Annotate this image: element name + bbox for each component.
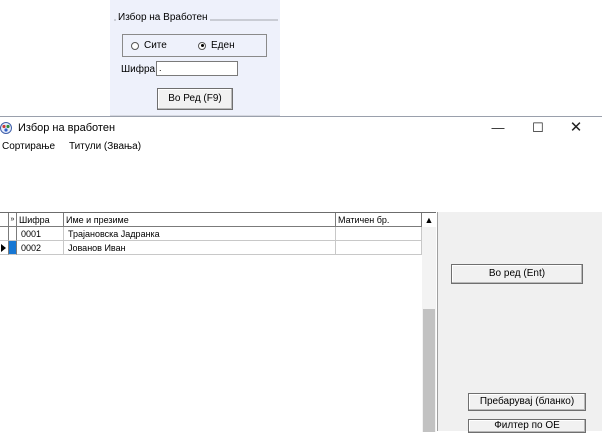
row-1-name[interactable]: Трајановска Јадранка xyxy=(64,227,336,241)
row-indicator-header xyxy=(0,213,9,227)
order-enter-button[interactable]: Во ред (Ent) xyxy=(451,264,583,284)
radio-one-label: Еден xyxy=(211,40,235,51)
employee-grid[interactable]: » Шифра Име и презиме Матичен бр. ▲ 0001… xyxy=(0,212,436,432)
radio-group: Сите Еден xyxy=(122,34,267,57)
window-title: Избор на вработен xyxy=(18,122,116,134)
radio-all-indicator[interactable] xyxy=(131,41,139,50)
group-title: Избор на Вработен xyxy=(116,12,210,23)
row-2-embg[interactable] xyxy=(336,241,422,255)
column-code[interactable]: Шифра xyxy=(17,213,64,227)
radio-all[interactable]: Сите xyxy=(131,40,167,51)
select-column-header[interactable]: » xyxy=(9,213,17,227)
radio-all-label: Сите xyxy=(144,40,167,51)
row-1-code[interactable]: 0001 xyxy=(17,227,64,241)
minimize-button[interactable]: — xyxy=(483,119,513,137)
app-icon xyxy=(0,122,12,134)
close-button[interactable]: ✕ xyxy=(561,119,591,137)
column-name[interactable]: Име и презиме xyxy=(64,213,336,227)
employee-selection-panel: Избор на Вработен Сите Еден Шифра: . Во … xyxy=(110,0,280,116)
code-label: Шифра: xyxy=(121,64,158,75)
row-indicator xyxy=(0,227,9,241)
menu-titles[interactable]: Титули (Звања) xyxy=(69,141,141,152)
menu-sorting[interactable]: Сортирање xyxy=(2,141,55,152)
maximize-button[interactable]: ☐ xyxy=(523,119,553,137)
employee-selection-window: Избор на вработен — ☐ ✕ Сортирање Титули… xyxy=(0,116,602,433)
current-row-arrow-icon xyxy=(1,244,6,252)
menu-bar: Сортирање Титули (Звања) xyxy=(0,139,602,155)
scrollbar-thumb[interactable] xyxy=(423,309,435,432)
row-2-code[interactable]: 0002 xyxy=(17,241,64,255)
title-bar[interactable]: Избор на вработен — ☐ ✕ xyxy=(0,117,602,139)
row-2-name[interactable]: Јованов Иван xyxy=(64,241,336,255)
current-row-indicator xyxy=(0,241,9,255)
row-select-cell[interactable] xyxy=(9,227,17,241)
search-blank-button[interactable]: Пребарувај (бланко) xyxy=(468,393,586,411)
code-input[interactable]: . xyxy=(156,61,238,76)
order-f9-button[interactable]: Во Ред (F9) xyxy=(157,88,233,110)
row-select-cell-active[interactable] xyxy=(9,241,17,255)
filter-by-unit-button[interactable]: Филтер по ОЕ xyxy=(468,419,586,433)
column-embg[interactable]: Матичен бр. xyxy=(336,213,422,227)
radio-one-indicator[interactable] xyxy=(198,41,206,50)
side-panel: Во ред (Ent) Пребарувај (бланко) Филтер … xyxy=(437,212,602,433)
row-1-embg[interactable] xyxy=(336,227,422,241)
radio-one[interactable]: Еден xyxy=(198,40,235,51)
scroll-up-button[interactable]: ▲ xyxy=(422,213,436,227)
